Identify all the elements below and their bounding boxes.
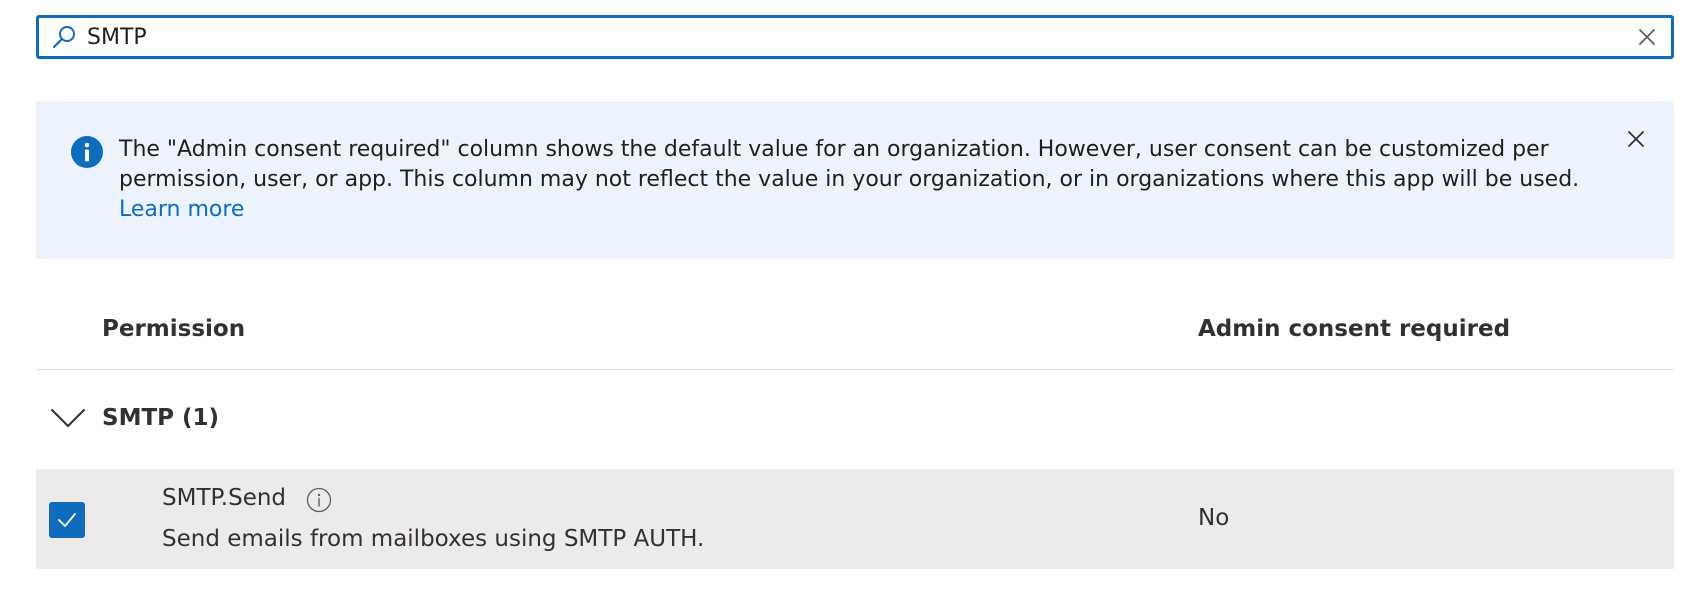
checkmark-icon (58, 513, 76, 527)
info-banner: The "Admin consent required" column show… (36, 101, 1674, 259)
admin-consent-value: No (1198, 505, 1230, 531)
info-message-text: The "Admin consent required" column show… (119, 137, 1580, 192)
search-icon (49, 22, 79, 52)
info-message: The "Admin consent required" column show… (119, 135, 1619, 225)
search-input[interactable] (79, 19, 1629, 55)
permission-name: SMTP.Send (162, 485, 287, 511)
permission-checkbox[interactable] (49, 502, 85, 538)
api-permissions-panel: The "Admin consent required" column show… (0, 0, 1686, 594)
permission-group-row[interactable]: SMTP (1) (36, 388, 1674, 454)
column-header-permission[interactable]: Permission (102, 316, 245, 342)
chevron-down-icon[interactable] (50, 402, 86, 438)
table-row[interactable]: SMTP.Send Send emails from mailboxes usi… (36, 469, 1674, 569)
group-label: SMTP (1) (102, 405, 220, 431)
search-box[interactable] (36, 15, 1674, 59)
permission-description: Send emails from mailboxes using SMTP AU… (162, 526, 705, 552)
learn-more-link[interactable]: Learn more (119, 197, 244, 222)
column-header-admin-consent[interactable]: Admin consent required (1198, 316, 1510, 342)
info-icon[interactable] (306, 487, 332, 513)
info-icon (70, 135, 104, 169)
table-header: Permission Admin consent required (36, 300, 1674, 370)
close-icon[interactable] (1629, 19, 1665, 55)
close-icon[interactable] (1620, 123, 1652, 155)
